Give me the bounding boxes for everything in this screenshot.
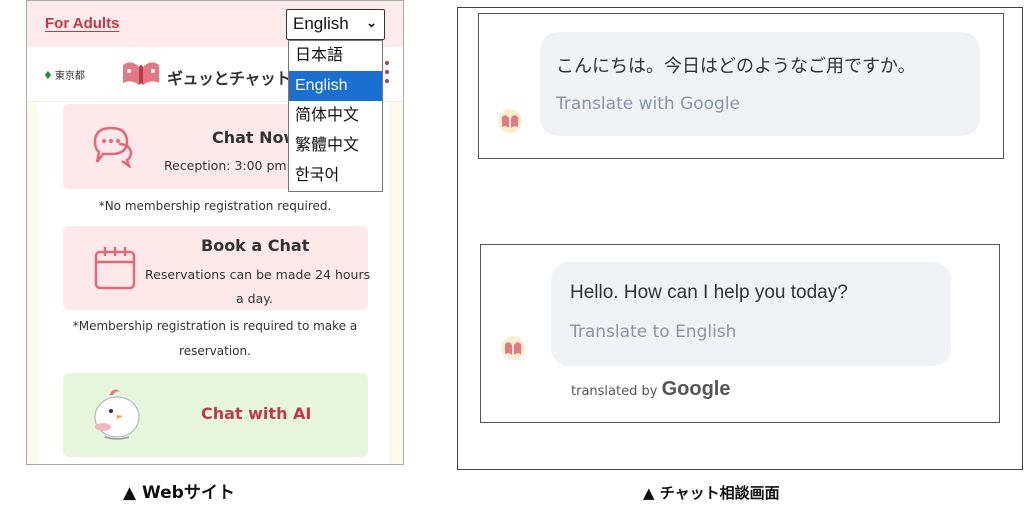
language-select[interactable]: English ⌄ — [286, 9, 385, 40]
book-chat-subtitle-line1: Reservations can be made 24 hours — [145, 267, 371, 282]
ginkgo-leaf-icon: ♦ — [43, 69, 53, 82]
website-caption: ▲ Webサイト — [123, 483, 235, 503]
book-chat-card[interactable]: Book a Chat Reservations can be made 24 … — [63, 226, 371, 310]
logo-text: ギュッとチャット — [167, 69, 291, 88]
chat-bubble-en: Hello. How can I help you today? Transla… — [551, 262, 951, 366]
bird-mascot-icon — [94, 389, 140, 440]
for-adults-link[interactable]: For Adults — [45, 15, 119, 32]
chat-now-subtitle: Reception: 3:00 pm — [164, 158, 287, 173]
bot-avatar-icon — [498, 109, 522, 133]
language-option-traditional-chinese[interactable]: 繁體中文 — [289, 131, 382, 161]
membership-note-line1: *Membership registration is required to … — [72, 319, 358, 333]
language-option-japanese[interactable]: 日本語 — [289, 41, 382, 71]
chat-with-ai-title: Chat with AI — [201, 404, 312, 423]
chat-bubble-ja: こんにちは。今日はどのようなご用ですか。 Translate with Goog… — [540, 32, 980, 136]
tokyo-logo[interactable]: ♦ 東京都 — [43, 67, 85, 82]
book-chat-title: Book a Chat — [201, 236, 310, 255]
menu-icon[interactable] — [385, 61, 389, 88]
calendar-icon — [94, 247, 136, 290]
message-text-ja: こんにちは。今日はどのようなご用ですか。 — [556, 56, 916, 77]
bot-avatar-icon — [501, 336, 525, 360]
language-option-simplified-chinese[interactable]: 简体中文 — [289, 101, 382, 131]
translate-with-google-link[interactable]: Translate with Google — [556, 94, 740, 114]
chevron-down-icon: ⌄ — [366, 15, 377, 30]
language-option-korean[interactable]: 한국어 — [289, 161, 382, 191]
translate-to-english-link[interactable]: Translate to English — [570, 322, 736, 342]
google-logo: Google — [661, 378, 731, 400]
no-membership-note: *No membership registration required. — [98, 199, 332, 213]
chat-with-ai-card[interactable]: Chat with AI — [63, 373, 368, 457]
chat-now-title: Chat Now — [212, 128, 299, 147]
chat-bubble-icon — [93, 126, 133, 168]
language-option-english[interactable]: English — [289, 71, 382, 101]
tokyo-label: 東京都 — [54, 71, 85, 82]
translated-by-google: translated by Google — [571, 378, 730, 401]
gyutto-logo-icon[interactable] — [119, 59, 163, 89]
membership-note-line2: reservation. — [179, 344, 251, 358]
message-text-en: Hello. How can I help you today? — [570, 282, 848, 303]
book-chat-subtitle-line2: a day. — [236, 291, 273, 306]
language-select-value: English — [293, 14, 349, 33]
translated-by-label: translated by — [571, 384, 658, 399]
chat-screen-caption: ▲ チャット相談画面 — [643, 484, 780, 502]
language-dropdown-list[interactable]: 日本語 English 简体中文 繁體中文 한국어 — [288, 40, 383, 192]
